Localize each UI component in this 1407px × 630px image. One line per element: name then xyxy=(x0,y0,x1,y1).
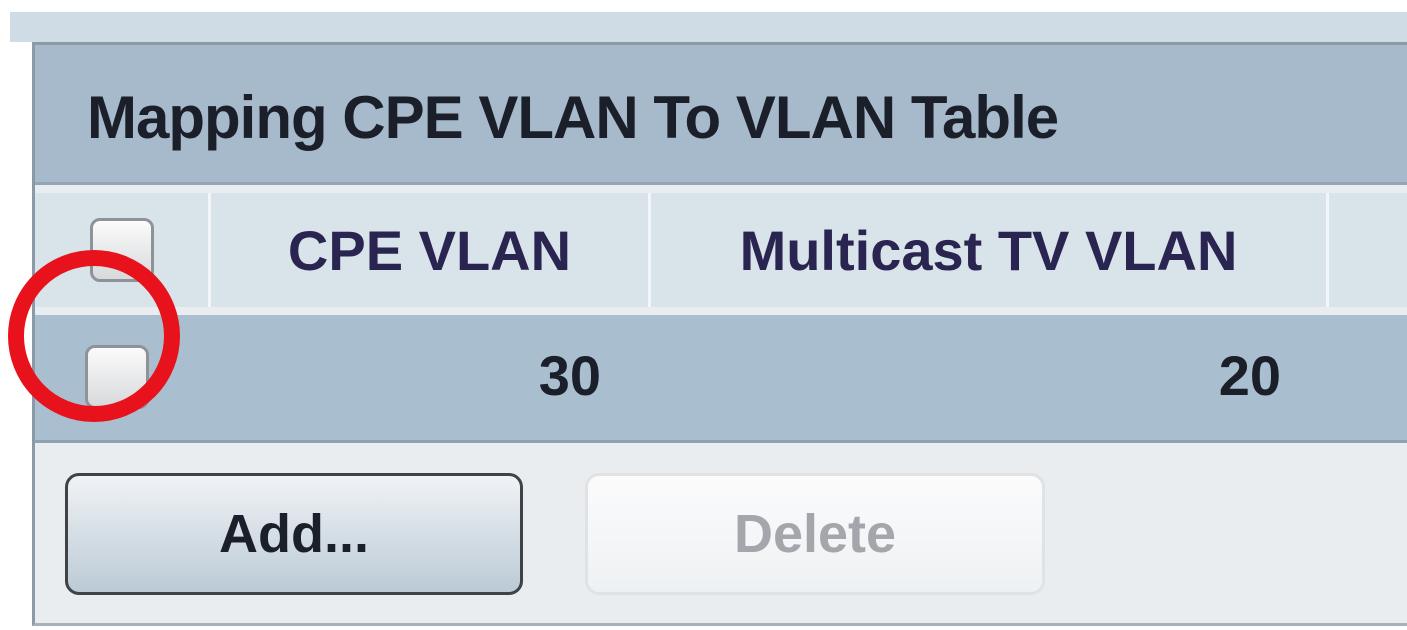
column-header-multicast-tv-vlan[interactable]: Multicast TV VLAN xyxy=(651,193,1329,307)
column-header-cpe-vlan[interactable]: CPE VLAN xyxy=(211,193,651,307)
add-button[interactable]: Add... xyxy=(65,473,523,595)
column-header-extra xyxy=(1329,193,1407,307)
table-row: 30 20 xyxy=(35,315,1407,443)
table-header-row: CPE VLAN Multicast TV VLAN xyxy=(35,193,1407,307)
table-title: Mapping CPE VLAN To VLAN Table xyxy=(87,84,1059,151)
cell-cpe-vlan: 30 xyxy=(538,344,601,407)
cell-multicast-tv-vlan: 20 xyxy=(1218,344,1281,407)
select-all-checkbox[interactable] xyxy=(89,218,154,282)
table-title-bar: Mapping CPE VLAN To VLAN Table xyxy=(35,45,1407,185)
vlan-mapping-panel: Mapping CPE VLAN To VLAN Table CPE VLAN … xyxy=(32,42,1407,626)
page: Mapping CPE VLAN To VLAN Table CPE VLAN … xyxy=(0,0,1407,630)
header-select-all-cell xyxy=(35,193,211,307)
delete-button: Delete xyxy=(585,473,1045,595)
top-strip xyxy=(10,12,1407,42)
row-select-checkbox[interactable] xyxy=(85,345,149,409)
